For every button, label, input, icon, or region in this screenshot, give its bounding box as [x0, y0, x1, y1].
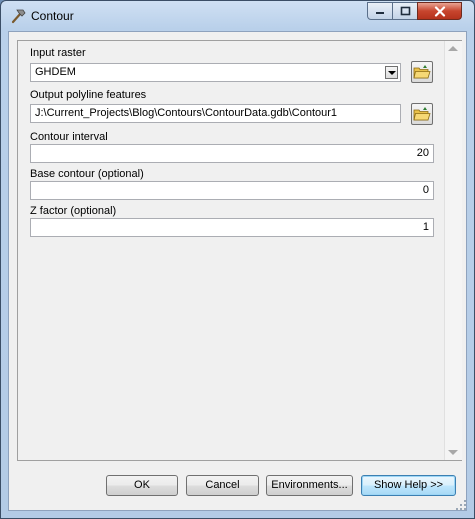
maximize-button[interactable]	[392, 2, 418, 20]
output-features-label: Output polyline features	[30, 89, 147, 101]
ok-button[interactable]: OK	[106, 475, 178, 496]
minimize-icon	[376, 12, 384, 14]
close-button[interactable]	[417, 2, 462, 20]
input-raster-combobox[interactable]: GHDEM	[30, 63, 401, 82]
scroll-up-icon[interactable]	[448, 46, 458, 51]
close-icon	[434, 5, 445, 17]
z-factor-label: Z factor (optional)	[30, 205, 117, 217]
title-bar[interactable]: Contour	[1, 1, 474, 31]
scroll-down-icon[interactable]	[448, 450, 458, 455]
minimize-button[interactable]	[367, 2, 393, 20]
output-features-browse-button[interactable]	[411, 103, 433, 125]
contour-interval-label: Contour interval	[30, 131, 108, 143]
base-contour-input[interactable]: 0	[30, 181, 434, 200]
input-raster-label: Input raster	[30, 47, 86, 59]
output-features-input[interactable]: J:\Current_Projects\Blog\Contours\Contou…	[30, 104, 401, 123]
base-contour-label: Base contour (optional)	[30, 168, 144, 180]
maximize-icon	[400, 6, 410, 16]
vertical-scrollbar[interactable]	[444, 41, 462, 460]
chevron-down-icon[interactable]	[385, 66, 398, 79]
environments-button[interactable]: Environments...	[266, 475, 353, 496]
cancel-button[interactable]: Cancel	[186, 475, 259, 496]
open-folder-icon	[413, 65, 431, 79]
contour-interval-input[interactable]: 20	[30, 144, 434, 163]
input-raster-browse-button[interactable]	[411, 61, 433, 83]
show-help-button[interactable]: Show Help >>	[361, 475, 456, 496]
open-folder-icon	[413, 107, 431, 121]
window-title: Contour	[31, 9, 74, 23]
z-factor-input[interactable]: 1	[30, 218, 434, 237]
hammer-icon	[9, 7, 27, 25]
resize-grip-icon[interactable]	[455, 499, 467, 511]
input-raster-value: GHDEM	[35, 66, 76, 78]
